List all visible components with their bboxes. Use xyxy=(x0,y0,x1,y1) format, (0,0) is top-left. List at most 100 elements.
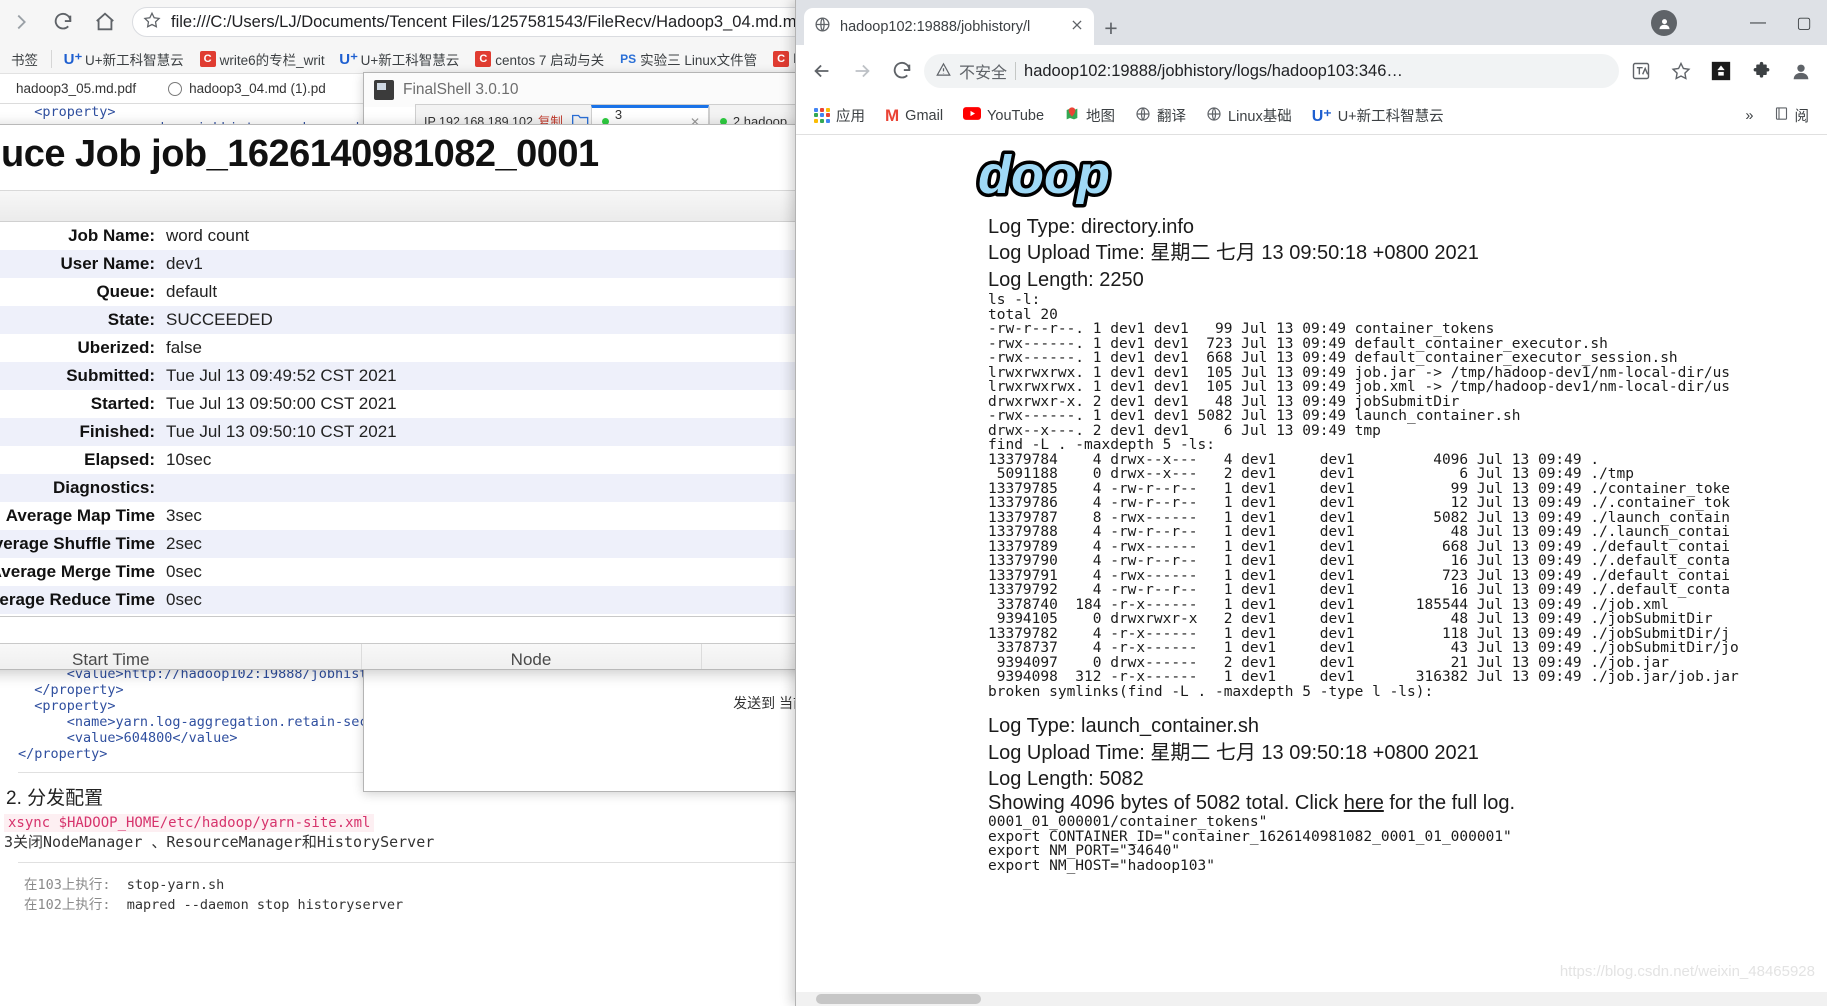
translate-icon[interactable] xyxy=(1623,53,1659,89)
field-key: Average Reduce Time xyxy=(0,590,155,609)
pdf-tab-1[interactable]: hadoop3_05.md.pdf xyxy=(0,74,152,104)
bookmark-label: 地图 xyxy=(1086,109,1116,125)
apps-grid-icon xyxy=(814,107,830,124)
jobhistory-log-page: doop doop Log Type: directory.info Log U… xyxy=(796,135,1827,1006)
log-block-2-body: 0001_01_000001/container_tokens" export … xyxy=(988,814,1512,874)
bookmark-item[interactable]: U⁺ U+新工科智慧云 xyxy=(334,47,467,71)
bookmark-item[interactable]: PS 实验三 Linux文件管 xyxy=(613,47,764,71)
bookmark-gmail[interactable]: M Gmail xyxy=(877,103,951,129)
csdn-icon: C xyxy=(199,50,216,67)
browser-tab-jobhistory[interactable]: hadoop102:19888/jobhistory/l xyxy=(804,8,1094,45)
chrome-tabstrip: hadoop102:19888/jobhistory/l + — ▢ xyxy=(796,0,1827,45)
back-browser-url-text: file:///C:/Users/LJ/Documents/Tencent Fi… xyxy=(171,12,806,31)
reading-list-button[interactable]: 阅 xyxy=(1766,102,1818,129)
log-type: Log Type: launch_container.sh xyxy=(988,715,1259,738)
back-icon[interactable] xyxy=(804,53,840,89)
globe-icon xyxy=(168,81,183,96)
showing-suffix: for the full log. xyxy=(1383,792,1515,815)
bookmark-item[interactable]: U⁺ U+新工科智慧云 xyxy=(58,47,191,71)
field-key: Queue: xyxy=(96,282,155,301)
field-key: Diagnostics: xyxy=(52,478,155,497)
forward-icon[interactable] xyxy=(0,1,42,43)
md-inline-code: xsync $HADOOP_HOME/etc/hadoop/yarn-site.… xyxy=(4,814,375,832)
bookmark-item[interactable]: Cwrite6的专栏_writ xyxy=(193,47,332,71)
close-icon[interactable] xyxy=(1070,18,1084,36)
chrome-address-bar[interactable]: 不安全 hadoop102:19888/jobhistory/logs/hado… xyxy=(924,54,1619,88)
bookmark-label: Gmail xyxy=(905,107,944,124)
bookmark-label: U+新工科智慧云 xyxy=(360,52,460,68)
hadoop-logo: doop doop xyxy=(974,142,1827,214)
bookmark-apps[interactable]: 应用 xyxy=(806,102,873,129)
log-upload-time: Log Upload Time: 星期二 七月 13 09:50:18 +080… xyxy=(988,242,1479,265)
md-cmd-prefix: 在103上执行: xyxy=(24,877,111,893)
uplus-icon: U⁺ xyxy=(1311,107,1332,125)
log-block-1-header: Log Type: directory.info Log Upload Time… xyxy=(988,214,1827,293)
uplus-icon: U⁺ xyxy=(339,50,359,68)
bookmarks-folder-label[interactable]: 书签 xyxy=(4,47,45,71)
reload-icon[interactable] xyxy=(42,1,84,43)
field-key: Elapsed: xyxy=(84,450,155,469)
log-length: Log Length: 2250 xyxy=(988,268,1144,291)
adblock-extension-icon[interactable] xyxy=(1703,53,1739,89)
divider xyxy=(51,49,52,68)
new-tab-button[interactable]: + xyxy=(1094,11,1128,45)
globe-icon xyxy=(1206,106,1222,126)
finalshell-app-icon xyxy=(374,80,394,100)
extensions-icon[interactable] xyxy=(1743,53,1779,89)
log-block-1-body: ls -l: total 20 -rw-r--r--. 1 dev1 dev1 … xyxy=(988,292,1739,700)
pdf-tab-label: hadoop3_04.md (1).pd xyxy=(189,81,326,96)
forward-icon[interactable] xyxy=(844,53,880,89)
field-key: Uberized: xyxy=(77,338,155,357)
bookmark-label: write6的专栏_writ xyxy=(219,52,325,68)
translate-icon xyxy=(1135,106,1151,126)
log-upload-time: Log Upload Time: 星期二 七月 13 09:50:18 +080… xyxy=(988,741,1479,764)
chrome-url-text: hadoop102:19888/jobhistory/logs/hadoop10… xyxy=(1024,61,1403,80)
field-key: Started: xyxy=(90,394,155,413)
horizontal-scrollbar[interactable] xyxy=(796,992,1827,1006)
avatar[interactable] xyxy=(1651,10,1677,36)
field-key: Average Shuffle Time xyxy=(0,534,155,553)
pdf-tab-2[interactable]: hadoop3_04.md (1).pd xyxy=(152,74,342,104)
gmail-icon: M xyxy=(885,105,900,125)
bookmark-translate[interactable]: 翻译 xyxy=(1127,102,1194,129)
svg-text:doop: doop xyxy=(978,147,1110,205)
bookmark-linux[interactable]: Linux基础 xyxy=(1198,102,1300,129)
chrome-bookmarks-bar: 应用 M Gmail YouTube 地图 翻译 Linux基础 U⁺ U+新工… xyxy=(796,97,1827,135)
maps-icon xyxy=(1064,106,1080,126)
field-key: Finished: xyxy=(79,422,155,441)
reading-list-label: 阅 xyxy=(1794,109,1810,125)
field-key: Submitted: xyxy=(66,366,155,385)
divider xyxy=(1015,62,1017,80)
log-length: Log Length: 5082 xyxy=(988,767,1144,790)
log-truncation-notice: Showing 4096 bytes of 5082 total. Click … xyxy=(988,792,1827,815)
minimize-button[interactable]: — xyxy=(1735,4,1781,42)
bookmark-label: Linux基础 xyxy=(1228,109,1292,125)
bookmark-star-icon[interactable] xyxy=(1663,53,1699,89)
bookmarks-overflow-button[interactable]: » xyxy=(1737,105,1761,127)
youtube-icon xyxy=(963,107,982,124)
showing-prefix: Showing 4096 bytes of 5082 total. Click xyxy=(988,792,1344,815)
column-header-node[interactable]: Node xyxy=(361,644,702,669)
finalshell-titlebar: FinalShell 3.0.10 xyxy=(364,73,817,107)
column-header-start-time[interactable]: Start Time xyxy=(0,644,362,669)
bookmark-label: centos 7 启动与关 xyxy=(495,52,605,68)
bookmark-youtube[interactable]: YouTube xyxy=(955,104,1052,127)
full-log-link[interactable]: here xyxy=(1344,792,1384,814)
log-block-2-header: Log Type: launch_container.sh Log Upload… xyxy=(988,713,1827,792)
reload-icon[interactable] xyxy=(884,53,920,89)
scrollbar-thumb[interactable] xyxy=(816,994,981,1004)
md-cmd: mapred --daemon stop historyserver xyxy=(126,897,404,913)
bookmark-uplus[interactable]: U⁺ U+新工科智慧云 xyxy=(1304,102,1452,129)
csdn-icon: C xyxy=(475,50,492,67)
bookmark-star-icon[interactable] xyxy=(143,11,161,34)
profile-icon[interactable] xyxy=(1783,53,1819,89)
bookmark-label: 应用 xyxy=(836,109,865,125)
bookmark-item[interactable]: Ccentos 7 启动与关 xyxy=(468,47,611,71)
chrome-browser-window: hadoop102:19888/jobhistory/l + — ▢ 不安全 h… xyxy=(795,0,1827,1006)
pdf-tab-label: hadoop3_05.md.pdf xyxy=(16,81,137,96)
bookmark-maps[interactable]: 地图 xyxy=(1056,102,1123,129)
field-key: State: xyxy=(107,310,155,329)
home-icon[interactable] xyxy=(84,1,126,43)
reading-list-icon xyxy=(1774,106,1789,125)
maximize-button[interactable]: ▢ xyxy=(1781,4,1827,42)
